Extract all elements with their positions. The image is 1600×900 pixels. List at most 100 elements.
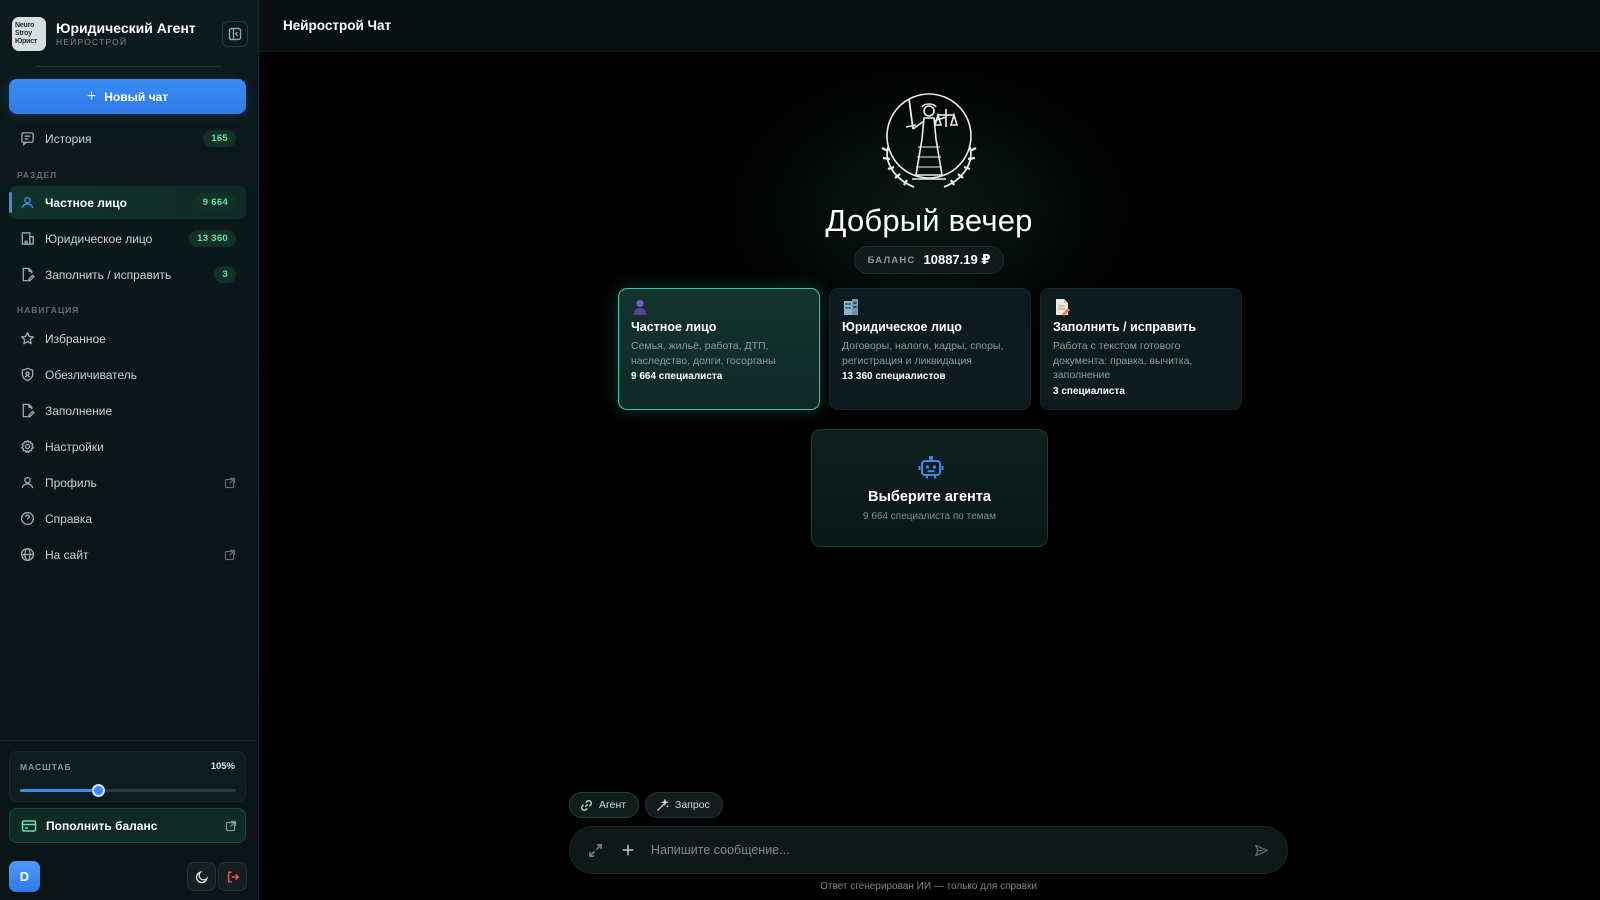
brand-logo: Neuro Stroy Юрист [12, 17, 46, 51]
balance-pill: БАЛАНС 10887.19 ₽ [854, 246, 1004, 274]
user-icon [19, 195, 35, 211]
zoom-value: 105% [210, 761, 235, 772]
collapse-sidebar-button[interactable] [222, 21, 248, 47]
sidebar-item-label: Справка [45, 511, 93, 526]
category-card-private-person[interactable]: Частное лицо Семья, жильё, работа, ДТП, … [618, 288, 820, 410]
card-count: 13 360 специалистов [842, 371, 946, 382]
file-edit-icon [19, 403, 35, 419]
ai-disclaimer: Ответ сгенерирован ИИ — только для справ… [820, 881, 1037, 892]
gear-icon [19, 439, 35, 455]
logout-button[interactable] [218, 862, 247, 891]
brand-subtitle: НЕЙРОСТРОЙ [56, 37, 128, 47]
chip-label: Запрос [675, 799, 710, 811]
chip-label: Агент [599, 799, 627, 811]
robot-icon [918, 456, 944, 479]
divider [0, 740, 259, 741]
category-card-legal-entity[interactable]: Юридическое лицо Договоры, налоги, кадры… [829, 288, 1031, 410]
sidebar-item-label: Заполнение [45, 403, 113, 418]
logout-icon [227, 870, 239, 883]
topup-label: Пополнить баланс [46, 818, 158, 833]
sidebar-item-website[interactable]: На сайт [9, 538, 246, 571]
sidebar-item-label: Профиль [45, 475, 97, 490]
sidebar-item-label: Избранное [45, 331, 106, 346]
select-agent-title: Выберите агента [868, 489, 991, 505]
link-icon [581, 799, 592, 811]
card-description: Договоры, налоги, кадры, споры, регистра… [842, 340, 1004, 367]
help-icon [19, 511, 35, 527]
count-badge: 13 360 [189, 230, 236, 247]
star-icon [19, 331, 35, 347]
balance-value: 10887.19 ₽ [923, 252, 991, 267]
shield-icon [19, 367, 35, 383]
sidebar-item-label: На сайт [45, 547, 89, 562]
sidebar-item-private-person[interactable]: Частное лицо 9 664 [9, 186, 246, 219]
card-title: Юридическое лицо [842, 320, 962, 334]
sidebar-item-legal-entity[interactable]: Юридическое лицо 13 360 [9, 222, 246, 255]
sidebar-item-help[interactable]: Справка [9, 502, 246, 535]
zoom-slider[interactable] [20, 784, 236, 797]
plus-icon: + [86, 87, 97, 105]
sidebar-item-anonymizer[interactable]: Обезличиватель [9, 358, 246, 391]
sidebar-item-settings[interactable]: Настройки [9, 430, 246, 463]
card-description: Семья, жильё, работа, ДТП, наследство, д… [631, 340, 776, 367]
external-link-icon [224, 477, 236, 488]
building-icon [19, 231, 35, 247]
send-icon[interactable] [1254, 843, 1269, 858]
category-card-fill-fix[interactable]: Заполнить / исправить Работа с текстом г… [1040, 288, 1242, 410]
sidebar-item-label: Настройки [45, 439, 104, 454]
zoom-slider-thumb[interactable] [91, 784, 105, 797]
sidebar-item-fill-fix[interactable]: Заполнить / исправить 3 [9, 258, 246, 291]
card-count: 3 специалиста [1053, 385, 1125, 397]
sidebar-item-label: История [45, 131, 92, 146]
page-title: Нейрострой Чат [283, 18, 392, 33]
message-composer [569, 826, 1288, 874]
new-chat-label: Новый чат [104, 89, 169, 104]
card-count: 9 664 специалиста [631, 371, 723, 382]
topup-balance-button[interactable]: Пополнить баланс [9, 808, 246, 843]
zoom-panel: МАСШТАБ 105% [9, 751, 246, 802]
new-chat-button[interactable]: + Новый чат [9, 79, 246, 114]
sidebar-item-label: Частное лицо [45, 195, 127, 210]
expand-icon[interactable] [588, 843, 603, 858]
sidebar-toggle-icon [228, 27, 242, 41]
magic-wand-icon [657, 798, 669, 811]
brand-header: Neuro Stroy Юрист Юридический Агент НЕЙР… [12, 16, 248, 52]
top-bar: Нейрострой Чат [259, 0, 1600, 52]
select-agent-subtitle: 9 664 специалиста по темам [863, 511, 996, 522]
brand-title: Юридический Агент [56, 20, 196, 36]
select-agent-card[interactable]: Выберите агента 9 664 специалиста по тем… [811, 429, 1048, 547]
count-badge: 3 [214, 266, 236, 283]
person-icon [633, 300, 647, 315]
divider [36, 66, 222, 67]
building-icon [844, 299, 858, 315]
agent-mode-chip[interactable]: Агент [569, 792, 640, 818]
theme-toggle-button[interactable] [187, 862, 216, 891]
attach-plus-icon[interactable] [621, 843, 635, 857]
sidebar-item-label: Юридическое лицо [45, 231, 153, 246]
sidebar-item-label: Обезличиватель [45, 367, 138, 382]
zoom-slider-fill [20, 789, 98, 792]
avatar[interactable]: D [9, 861, 40, 892]
zoom-label: МАСШТАБ [20, 762, 72, 772]
external-link-icon [224, 549, 236, 560]
chat-history-icon [19, 131, 35, 147]
sidebar-item-profile[interactable]: Профиль [9, 466, 246, 499]
themis-emblem-logo [881, 93, 977, 188]
external-link-icon [225, 820, 237, 832]
file-edit-icon [19, 267, 35, 283]
message-input[interactable] [651, 843, 1254, 857]
count-badge: 9 664 [194, 194, 236, 211]
greeting-heading: Добрый вечер [825, 203, 1033, 238]
moon-icon [195, 870, 208, 883]
balance-label: БАЛАНС [867, 254, 916, 266]
document-icon [1056, 299, 1070, 316]
section-label: РАЗДЕЛ [17, 170, 58, 180]
wallet-icon [21, 818, 37, 834]
query-mode-chip[interactable]: Запрос [645, 792, 723, 818]
sidebar-item-favorites[interactable]: Избранное [9, 322, 246, 355]
card-description: Работа с текстом готового документа: пра… [1053, 340, 1193, 381]
sidebar: Neuro Stroy Юрист Юридический Агент НЕЙР… [0, 0, 259, 900]
sidebar-item-filling[interactable]: Заполнение [9, 394, 246, 427]
globe-icon [19, 547, 35, 563]
sidebar-item-history[interactable]: История 165 [9, 122, 246, 155]
